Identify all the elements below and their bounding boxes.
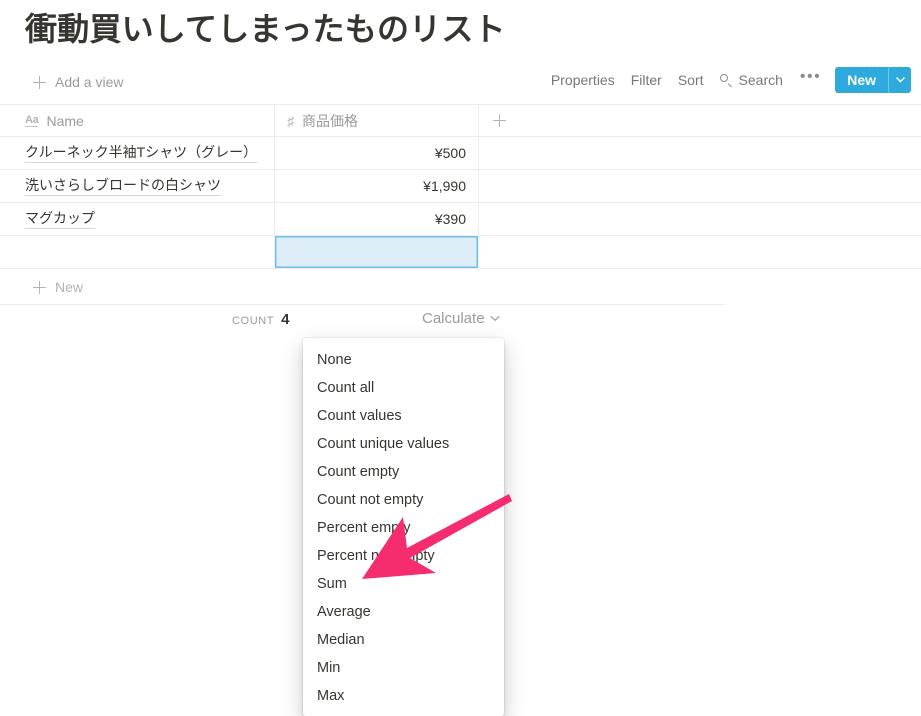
add-view-button[interactable]: Add a view bbox=[33, 68, 123, 96]
row-title-link[interactable]: マグカップ bbox=[25, 209, 95, 229]
cell-name[interactable]: マグカップ bbox=[0, 203, 275, 235]
new-row-button[interactable]: New bbox=[0, 270, 725, 305]
database-table: Aa Name ♯ 商品価格 クルーネック半袖Tシャツ（グレー） ¥500 洗い… bbox=[0, 104, 921, 269]
menu-item-count-unique-values[interactable]: Count unique values bbox=[303, 430, 504, 458]
cell-price[interactable]: ¥390 bbox=[275, 203, 479, 235]
column-header-price-label: 商品価格 bbox=[302, 112, 358, 129]
table-row[interactable]: クルーネック半袖Tシャツ（グレー） ¥500 bbox=[0, 137, 921, 170]
new-button-dropdown[interactable] bbox=[889, 67, 911, 93]
table-row[interactable]: マグカップ ¥390 bbox=[0, 203, 921, 236]
view-toolbar: Properties Filter Sort Search ••• New bbox=[543, 67, 911, 93]
add-column-button[interactable] bbox=[479, 105, 921, 136]
menu-item-percent-empty[interactable]: Percent empty bbox=[303, 514, 504, 542]
price-value: ¥500 bbox=[434, 145, 466, 161]
menu-item-count-all[interactable]: Count all bbox=[303, 374, 504, 402]
count-label: Count bbox=[232, 315, 275, 327]
calculate-footer: Count 4 Calculate bbox=[0, 305, 725, 337]
table-row[interactable] bbox=[0, 236, 921, 269]
price-value: ¥1,990 bbox=[423, 178, 466, 194]
cell-empty-tail bbox=[479, 203, 921, 235]
price-value: ¥390 bbox=[434, 211, 466, 227]
calculate-dropdown[interactable]: Calculate bbox=[422, 310, 500, 327]
calculate-options-menu: None Count all Count values Count unique… bbox=[303, 338, 504, 716]
menu-item-median[interactable]: Median bbox=[303, 626, 504, 654]
menu-item-count-not-empty[interactable]: Count not empty bbox=[303, 486, 504, 514]
chevron-down-icon bbox=[489, 315, 500, 321]
add-view-label: Add a view bbox=[55, 74, 124, 90]
cell-price[interactable]: ¥500 bbox=[275, 137, 479, 169]
plus-icon bbox=[33, 75, 46, 89]
sort-button[interactable]: Sort bbox=[670, 67, 712, 93]
plus-icon bbox=[33, 280, 46, 294]
menu-item-max[interactable]: Max bbox=[303, 682, 504, 710]
properties-button[interactable]: Properties bbox=[543, 67, 623, 93]
new-row-label: New bbox=[55, 279, 84, 295]
menu-item-sum[interactable]: Sum bbox=[303, 570, 504, 598]
chevron-down-icon bbox=[895, 77, 905, 83]
cell-empty-tail bbox=[479, 170, 921, 202]
ellipsis-icon[interactable]: ••• bbox=[791, 69, 830, 90]
column-header-name-label: Name bbox=[46, 112, 84, 129]
row-title-link[interactable]: 洗いさらしブロードの白シャツ bbox=[25, 176, 221, 196]
search-button[interactable]: Search bbox=[712, 67, 791, 93]
menu-item-percent-not-empty[interactable]: Percent not empty bbox=[303, 542, 504, 570]
view-bar: Add a view Properties Filter Sort Search… bbox=[0, 67, 921, 104]
cell-price[interactable]: ¥1,990 bbox=[275, 170, 479, 202]
cell-name[interactable]: クルーネック半袖Tシャツ（グレー） bbox=[0, 137, 275, 169]
menu-item-count-empty[interactable]: Count empty bbox=[303, 458, 504, 486]
calculate-label: Calculate bbox=[422, 310, 485, 327]
menu-item-none[interactable]: None bbox=[303, 346, 504, 374]
number-hash-icon: ♯ bbox=[287, 112, 294, 129]
search-label: Search bbox=[738, 72, 783, 88]
filter-button[interactable]: Filter bbox=[623, 67, 670, 93]
count-value: 4 bbox=[281, 311, 290, 328]
cell-empty-tail bbox=[479, 236, 921, 268]
cell-empty-tail bbox=[479, 137, 921, 169]
new-button[interactable]: New bbox=[835, 67, 888, 93]
menu-item-count-values[interactable]: Count values bbox=[303, 402, 504, 430]
menu-item-min[interactable]: Min bbox=[303, 654, 504, 682]
column-header-price[interactable]: ♯ 商品価格 bbox=[275, 105, 479, 136]
plus-icon bbox=[493, 114, 506, 127]
row-title-link[interactable]: クルーネック半袖Tシャツ（グレー） bbox=[25, 143, 258, 163]
text-aa-icon: Aa bbox=[25, 114, 39, 127]
page-title: 衝動買いしてしまったものリスト bbox=[25, 11, 506, 47]
cell-name[interactable]: 洗いさらしブロードの白シャツ bbox=[0, 170, 275, 202]
cell-name[interactable] bbox=[0, 236, 275, 268]
new-button-group[interactable]: New bbox=[835, 67, 911, 93]
table-row[interactable]: 洗いさらしブロードの白シャツ ¥1,990 bbox=[0, 170, 921, 203]
table-header-row: Aa Name ♯ 商品価格 bbox=[0, 104, 921, 137]
cell-price-selected[interactable] bbox=[275, 236, 479, 268]
menu-item-average[interactable]: Average bbox=[303, 598, 504, 626]
column-header-name[interactable]: Aa Name bbox=[0, 105, 275, 136]
count-summary[interactable]: Count 4 bbox=[232, 311, 289, 328]
search-icon bbox=[719, 73, 733, 87]
